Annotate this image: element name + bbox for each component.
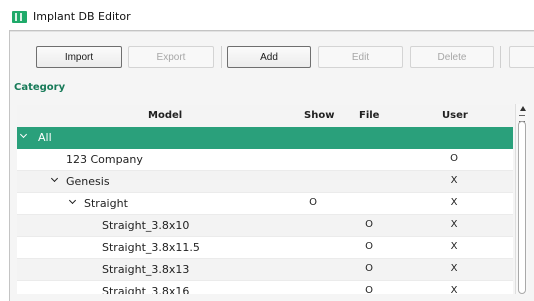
tree-row[interactable]: Straight O X bbox=[17, 193, 513, 215]
chevron-down-icon[interactable] bbox=[68, 196, 77, 205]
column-header-user[interactable]: User bbox=[442, 110, 468, 121]
tree-row[interactable]: Genesis X bbox=[17, 171, 513, 193]
chevron-down-icon[interactable] bbox=[50, 174, 59, 183]
table-header: Model Show File User bbox=[17, 105, 513, 127]
window-title: Implant DB Editor bbox=[33, 10, 131, 23]
import-button[interactable]: Import bbox=[36, 46, 122, 68]
row-file-value: O bbox=[365, 263, 373, 274]
add-button[interactable]: Add bbox=[227, 46, 311, 68]
row-model-name: Straight_3.8x13 bbox=[102, 263, 190, 276]
toolbar-divider bbox=[10, 31, 534, 32]
chevron-down-icon[interactable] bbox=[19, 130, 28, 139]
column-header-file[interactable]: File bbox=[359, 110, 379, 121]
row-model-name: Genesis bbox=[66, 175, 110, 188]
row-user-value: X bbox=[450, 263, 458, 274]
row-model-name: Straight_3.8x10 bbox=[102, 219, 190, 232]
delete-button[interactable]: Delete bbox=[410, 46, 494, 68]
row-file-value: O bbox=[365, 285, 373, 294]
toolbar-separator bbox=[500, 46, 501, 68]
table-vertical-scrollbar[interactable] bbox=[515, 104, 528, 294]
tree-row[interactable]: Straight_3.8x16 O X bbox=[17, 281, 513, 294]
row-user-value: X bbox=[450, 219, 458, 230]
row-file-value: O bbox=[365, 219, 373, 230]
scrollbar-thumb[interactable] bbox=[518, 121, 526, 294]
tree-row[interactable]: Straight_3.8x13 O X bbox=[17, 259, 513, 281]
tree-row[interactable]: Straight_3.8x10 O X bbox=[17, 215, 513, 237]
row-user-value: X bbox=[450, 241, 458, 252]
row-model-name: Straight_3.8x16 bbox=[102, 285, 190, 294]
column-header-model[interactable]: Model bbox=[148, 110, 182, 121]
row-show-value: O bbox=[309, 197, 317, 208]
row-user-value: O bbox=[450, 153, 458, 164]
window-titlebar: Implant DB Editor bbox=[0, 0, 534, 30]
toolbar-separator bbox=[221, 46, 222, 68]
row-user-value: X bbox=[450, 285, 458, 294]
row-model-name: 123 Company bbox=[66, 153, 143, 166]
column-header-show[interactable]: Show bbox=[304, 110, 334, 121]
export-button[interactable]: Export bbox=[128, 46, 214, 68]
overflow-toolbar-button[interactable] bbox=[509, 46, 534, 68]
row-file-value: O bbox=[365, 241, 373, 252]
tree-row-all[interactable]: All bbox=[17, 127, 513, 149]
row-model-name: All bbox=[38, 131, 52, 144]
scroll-up-arrow-icon[interactable] bbox=[520, 106, 526, 111]
implant-db-icon bbox=[12, 11, 27, 23]
row-model-name: Straight_3.8x11.5 bbox=[102, 241, 200, 254]
row-user-value: X bbox=[450, 197, 458, 208]
category-heading: Category bbox=[14, 82, 66, 93]
row-user-value: X bbox=[450, 175, 458, 186]
tree-row[interactable]: 123 Company O bbox=[17, 149, 513, 171]
edit-button[interactable]: Edit bbox=[318, 46, 403, 68]
row-model-name: Straight bbox=[84, 197, 128, 210]
tree-row[interactable]: Straight_3.8x11.5 O X bbox=[17, 237, 513, 259]
